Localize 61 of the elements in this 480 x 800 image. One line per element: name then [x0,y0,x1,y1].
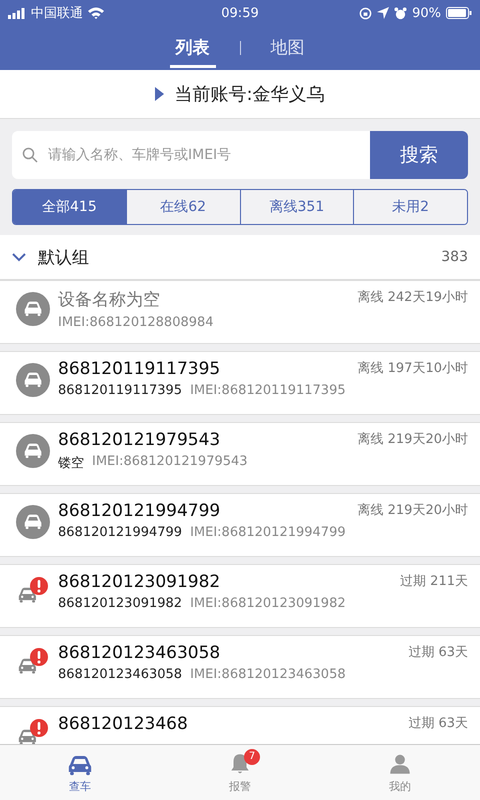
nav-tab[interactable]: 我的 [320,745,480,800]
group-count: 383 [441,249,468,265]
count-badge: 7 [244,749,260,765]
filter-tab[interactable]: 全部415 [13,190,126,224]
device-row[interactable]: 868120121979543 镂空 IMEI:868120121979543 离线 219天20小时 [0,422,480,486]
plate-number: 868120123091982 [58,596,182,611]
search-box[interactable]: 请输入名称、车牌号或IMEI号 [12,131,370,179]
imei-text: IMEI:868120119117395 [190,383,346,398]
account-label: 当前账号:金华义乌 [174,83,325,106]
battery-icon [446,7,472,19]
device-status: 离线 219天20小时 [358,431,468,448]
device-name: 868120119117395 [58,359,222,379]
car-icon [16,505,50,539]
signal-icon [8,8,26,18]
imei-text: IMEI:868120128808984 [58,315,214,330]
imei-text: IMEI:868120121994799 [190,525,346,540]
nav-tab[interactable]: 报警 7 [160,745,320,800]
location-arrow-icon [377,7,390,19]
rotation-lock-icon [359,6,372,20]
device-row[interactable]: 868120123468 过期 63天 [0,706,480,744]
plate-number: 868120121994799 [58,525,182,540]
view-tab[interactable]: 地图 [264,28,310,68]
search-button[interactable]: 搜索 [370,131,468,179]
device-row[interactable]: 868120119117395 868120119117395 IMEI:868120119117395 离线 197天10小时 [0,351,480,415]
device-name: 868120123463058 [58,643,222,663]
carrier-name: 中国联通 [31,5,83,22]
imei-text: IMEI:868120123091982 [190,596,346,611]
battery-percent: 90% [412,6,441,20]
device-row[interactable]: 868120123091982 868120123091982 IMEI:868120123091982 过期 211天 [0,564,480,628]
device-status: 离线 197天10小时 [358,360,468,377]
car-icon [16,292,50,326]
device-name: 868120123091982 [58,572,222,592]
device-status: 过期 63天 [408,644,468,661]
search-field[interactable]: 请输入名称、车牌号或IMEI号 [46,146,370,164]
device-name: 868120123468 [58,714,189,734]
device-name: 设备名称为空 [58,289,161,311]
triangle-icon [155,87,164,101]
device-row[interactable]: 868120123463058 868120123463058 IMEI:868120123463058 过期 63天 [0,635,480,699]
alarm-clock-icon [394,6,408,20]
clock-time: 09:59 [221,6,259,20]
group-header[interactable]: 默认组 383 [0,235,480,280]
imei-text: IMEI:868120123463058 [190,667,346,682]
car-icon [16,434,50,468]
plate-number: 868120119117395 [58,383,182,398]
device-name: 868120121979543 [58,430,222,450]
group-name: 默认组 [38,246,90,268]
plate-number: 868120123463058 [58,667,182,682]
device-row[interactable]: 设备名称为空 IMEI:868120128808984 离线 242天19小时 [0,280,480,344]
wifi-icon [88,7,104,19]
plate-number: 镂空 [58,455,84,472]
filter-tab[interactable]: 未用2 [353,190,467,224]
device-status: 过期 63天 [408,715,468,732]
device-status: 离线 242天19小时 [358,289,468,306]
device-status: 过期 211天 [400,573,468,590]
nav-tab[interactable]: 查车 [0,745,160,800]
imei-text: IMEI:868120121979543 [92,454,248,471]
device-name: 868120121994799 [58,501,222,521]
car-icon [16,363,50,397]
device-status: 离线 219天20小时 [358,502,468,519]
search-icon [22,147,38,163]
device-row[interactable]: 868120121994799 868120121994799 IMEI:868120121994799 离线 219天20小时 [0,493,480,557]
